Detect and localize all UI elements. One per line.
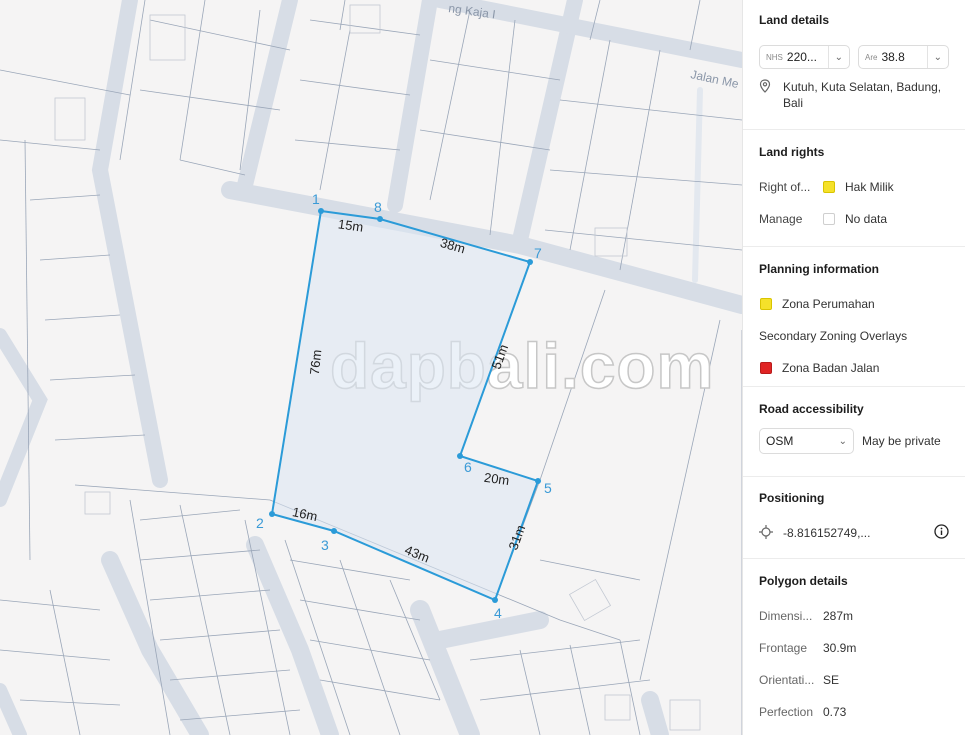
nib-select[interactable]: NHS 220... ⌄ [759,45,850,69]
hak-milik-swatch [823,181,835,193]
overlay-title-row: Secondary Zoning Overlays [759,320,949,352]
land-rights-title: Land rights [759,145,825,159]
vertex-label-7: 7 [534,245,542,261]
vertex-label-6: 6 [464,459,472,475]
coords-row: -8.816152749,... [759,517,949,549]
overlay-swatch [760,362,772,374]
nib-tag: NHS [766,52,783,62]
overlay-title: Secondary Zoning Overlays [759,329,908,343]
road-access-title: Road accessibility [759,402,864,416]
right-of-label: Right of... [759,180,811,194]
polygon-title: Polygon details [759,574,848,588]
vertex-label-1: 1 [312,191,320,207]
vertex-label-2: 2 [256,515,264,531]
planning-section: Planning information Zona Perumahan Seco… [743,247,965,387]
road-source-value: OSM [766,434,794,448]
map-view[interactable]: dapbali.com ng Kaja I Jalan Me 1 2 3 4 5… [0,0,742,735]
right-of-value: Hak Milik [845,180,894,194]
chevron-down-icon[interactable]: ⌄ [926,46,942,68]
zone-swatch [760,298,772,310]
area-tag: Are [865,52,878,62]
crosshair-icon[interactable] [759,524,783,542]
area-value: 38.8 [881,50,905,64]
coords-value: -8.816152749,... [783,526,871,540]
side-panel: Land details NHS 220... ⌄ Are 38.8 ⌄ Kut… [742,0,965,735]
positioning-title: Positioning [759,491,825,505]
measure-2-1: 76m [307,349,325,376]
vertex-label-4: 4 [494,605,502,621]
chevron-down-icon[interactable]: ⌄ [827,46,843,68]
polygon-row: Frontage 30.9m [759,632,949,664]
vertex-label-8: 8 [374,199,382,215]
area-select[interactable]: Are 38.8 ⌄ [858,45,949,69]
vertex-label-5: 5 [544,480,552,496]
chevron-down-icon[interactable]: ⌄ [839,436,847,447]
zone-row: Zona Perumahan [759,288,949,320]
vertex-label-3: 3 [321,537,329,553]
dimension-value: 287m [823,609,854,623]
road-access-note: May be private [862,434,941,448]
overlay-row: Zona Badan Jalan [759,352,949,384]
frontage-value: 30.9m [823,641,857,655]
road-access-section: Road accessibility OSM ⌄ May be private [743,387,965,477]
polygon-row: Dimensi... 287m [759,600,949,632]
manage-label: Manage [759,212,803,226]
road-source-select[interactable]: OSM ⌄ [759,428,854,454]
map-canvas[interactable]: dapbali.com ng Kaja I Jalan Me 1 2 3 4 5… [0,0,742,735]
orientation-label: Orientati... [759,673,815,687]
frontage-label: Frontage [759,641,808,655]
polygon-row: Orientati... SE [759,664,949,696]
positioning-section: Positioning -8.816152749,... [743,477,965,559]
land-rights-section: Land rights Right of... Hak Milik Manage… [743,130,965,247]
perfection-label: Perfection [759,705,814,719]
manage-value: No data [845,212,888,226]
nib-value: 220... [786,50,817,64]
dimension-label: Dimensi... [759,609,813,623]
right-of-row: Right of... Hak Milik [759,171,949,203]
perfection-value: 0.73 [823,705,847,719]
overlay-label: Zona Badan Jalan [782,361,880,375]
polygon-section: Polygon details Dimensi... 287m Frontage… [743,559,965,728]
location-pin-icon [759,79,783,111]
polygon-row: Perfection 0.73 [759,696,949,728]
planning-title: Planning information [759,262,879,276]
zone-label: Zona Perumahan [782,297,875,311]
address-text: Kutuh, Kuta Selatan, Badung, Bali [783,80,942,110]
info-icon[interactable] [934,524,949,542]
land-details-section: Land details NHS 220... ⌄ Are 38.8 ⌄ Kut… [743,0,965,130]
manage-row: Manage No data [759,203,949,235]
land-details-title: Land details [759,13,830,27]
orientation-value: SE [823,673,840,687]
no-data-swatch [823,213,835,225]
